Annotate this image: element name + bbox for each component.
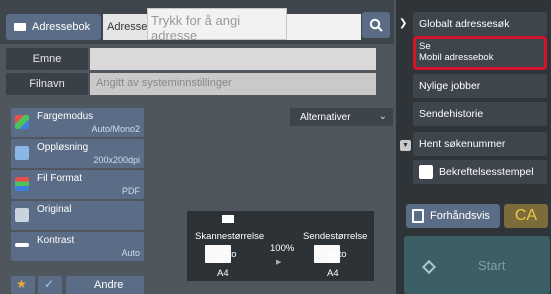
clear-all-button[interactable]: CA [504,204,548,228]
contrast-button[interactable]: Kontrast Auto [11,232,144,261]
mobile-addressbook-line1: Se [419,41,431,52]
file-format-icon [15,177,29,191]
preview-button[interactable]: Forhåndsvis [406,204,500,228]
chevron-right-icon[interactable]: ❯ [399,18,407,29]
address-input[interactable]: Trykk for å angi adresse [147,8,287,43]
mobile-addressbook-button[interactable]: Se Mobil adressebok [413,36,547,70]
chevron-down-icon[interactable]: ▼ [400,140,411,151]
checkmark-icon: ✓ [44,277,55,291]
get-search-number-label: Hent søkenummer [419,138,506,150]
start-label: Start [478,258,506,273]
scan-paper-size: A4 [217,268,229,279]
search-button[interactable] [362,12,390,38]
send-history-label: Sendehistorie [419,108,484,120]
original-button[interactable]: Original [11,201,144,230]
resolution-button[interactable]: Oppløsning 200x200dpi [11,139,144,168]
resolution-icon [15,146,29,160]
arrow-right-icon: ▶ [276,259,282,266]
scan-size-value: Auto [217,249,237,260]
addressbook-icon [14,23,26,31]
send-history-button[interactable]: Sendehistorie [413,102,547,126]
other-button[interactable]: Andre [66,276,144,294]
color-mode-value: Auto/Mono2 [91,124,140,134]
recent-jobs-label: Nylige jobber [419,80,481,92]
contrast-value: Auto [121,248,140,258]
filename-field[interactable]: Angitt av systeminnstillinger [90,73,376,95]
address-input-extension[interactable] [287,14,361,40]
filename-label: Filnavn [6,73,88,95]
color-mode-button[interactable]: Fargemodus Auto/Mono2 [11,108,144,137]
file-format-button[interactable]: Fil Format PDF [11,170,144,199]
original-page-icon [222,215,234,223]
confirmation-stamp-checkbox[interactable] [419,165,433,179]
subject-label: Emne [6,48,88,70]
options-toggle[interactable]: Alternativer ⌄ [290,108,393,126]
global-address-search-button[interactable]: Globalt adressesøk [413,12,547,36]
contrast-icon [15,243,29,247]
send-size-value: Auto [327,249,347,260]
search-icon [369,18,383,32]
file-format-title: Fil Format [37,173,82,184]
favorites-button[interactable]: ★ [11,276,35,294]
send-paper-size: A4 [327,268,339,279]
start-button[interactable]: Start [404,236,550,294]
color-mode-title: Fargemodus [37,111,94,122]
scan-size-label: Skannestørrelse [195,231,265,242]
original-icon [15,208,29,222]
mobile-addressbook-line2: Mobil adressebok [419,52,494,63]
resolution-title: Oppløsning [37,142,89,153]
global-address-search-label: Globalt adressesøk [419,18,510,30]
contrast-title: Kontrast [37,235,75,246]
preview-icon [412,209,424,223]
scan-screen: Adressebok Adresse Trykk for å angi adre… [0,0,551,294]
recent-jobs-button[interactable]: Nylige jobber [413,74,547,98]
preview-label: Forhåndsvis [430,210,490,222]
size-preview-panel: Skannestørrelse Sendestørrelse 100% ▶ Au… [186,210,375,282]
original-title: Original [37,204,72,215]
color-mode-icon [15,115,29,129]
resolution-value: 200x200dpi [93,155,140,165]
checkmark-button[interactable]: ✓ [38,276,62,294]
address-tag[interactable]: Adresse [103,14,147,40]
addressbook-button[interactable]: Adressebok [6,14,101,40]
options-label: Alternativer [300,111,351,123]
send-size-label: Sendestørrelse [303,231,368,242]
chevron-down-icon: ⌄ [378,111,387,122]
addressbook-label: Adressebok [32,21,91,33]
file-format-value: PDF [122,186,140,196]
get-search-number-button[interactable]: Hent søkenummer [413,132,547,156]
other-label: Andre [94,279,124,291]
star-icon: ★ [16,277,27,291]
confirmation-stamp-label: Bekreftelsesstempel [439,166,534,178]
confirmation-stamp-button[interactable]: Bekreftelsesstempel [413,160,547,184]
subject-field[interactable] [90,48,376,70]
scale-value: 100% [270,243,295,254]
start-icon [421,259,437,275]
